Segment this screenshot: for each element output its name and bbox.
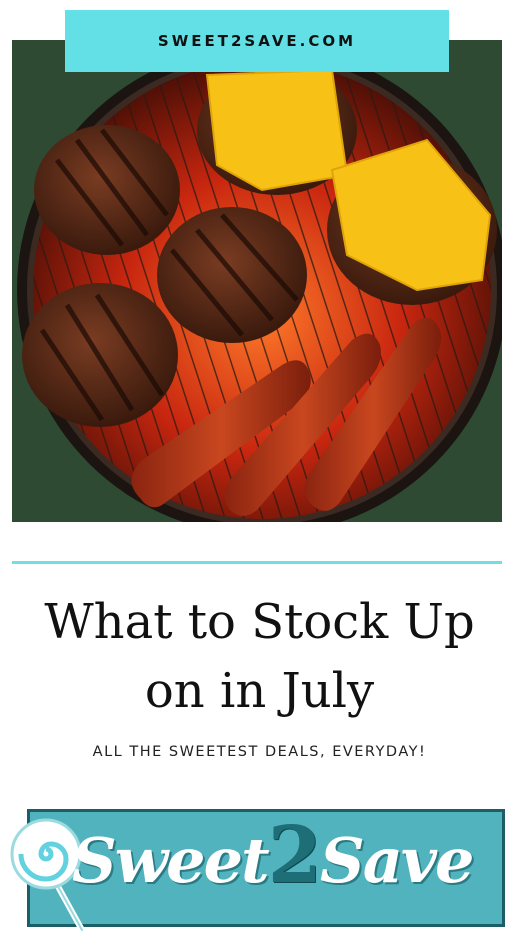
- burger-patty: [34, 125, 180, 255]
- site-banner[interactable]: SWEET2SAVE.COM: [65, 10, 449, 72]
- title-line-1: What to Stock Up: [44, 594, 475, 650]
- site-name: SWEET2SAVE.COM: [157, 32, 357, 50]
- hero-image: [12, 40, 502, 522]
- title-line-2: on in July: [144, 663, 375, 719]
- tagline: ALL THE SWEETEST DEALS, EVERYDAY!: [92, 744, 427, 760]
- burger-patty: [157, 207, 307, 343]
- divider: [12, 561, 502, 564]
- logo-wordmark: Sweet2Save: [72, 810, 474, 901]
- burger-patty: [22, 283, 178, 427]
- logo-text-number: 2: [267, 810, 322, 901]
- logo-text-save: Save: [319, 824, 474, 897]
- article-title: What to Stock Up on in July: [0, 588, 519, 726]
- sweet2save-logo[interactable]: Sweet2Save: [10, 806, 510, 934]
- logo-text-sweet: Sweet: [72, 824, 270, 897]
